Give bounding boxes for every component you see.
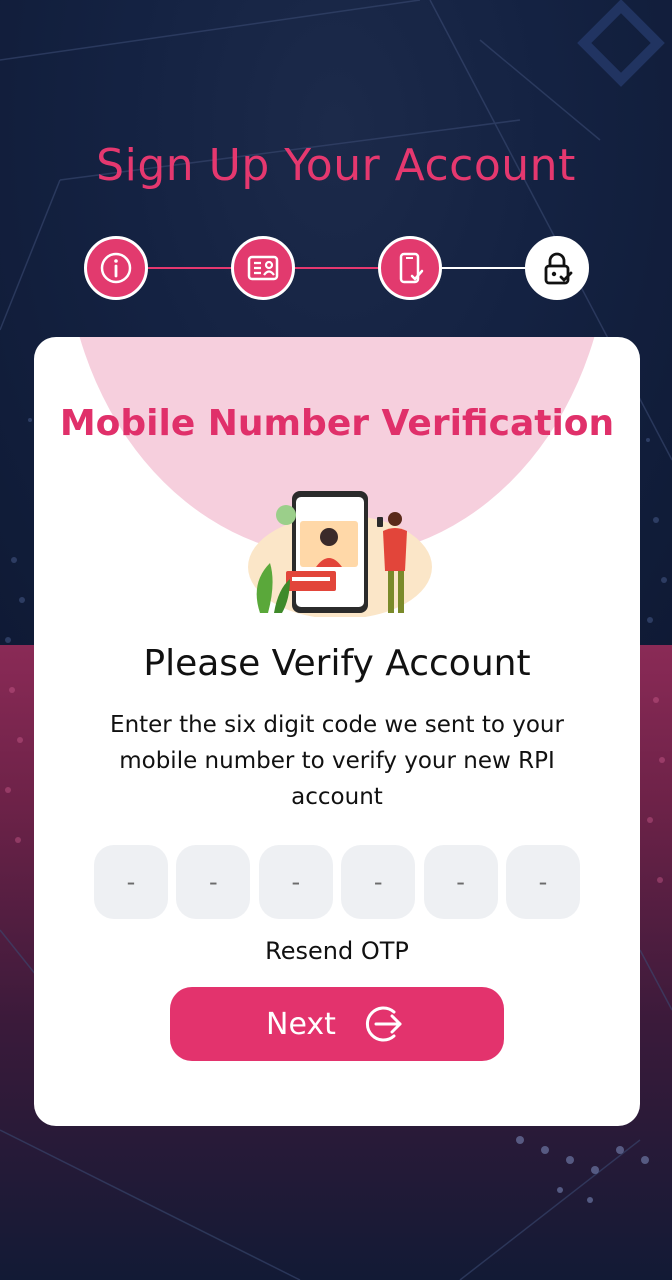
next-button-label: Next — [266, 1006, 336, 1042]
page-title: Sign Up Your Account — [96, 140, 576, 191]
step-info[interactable] — [84, 236, 148, 300]
step-lock-current[interactable] — [525, 236, 589, 300]
otp-digit-5[interactable]: - — [423, 845, 498, 919]
otp-input-group: - - - - - - — [94, 845, 580, 919]
resend-otp-link[interactable]: Resend OTP — [34, 937, 640, 965]
verify-description: Enter the six digit code we sent to your… — [110, 712, 564, 810]
id-card-icon — [247, 255, 279, 281]
verification-card: Mobile Number Verification Please Verify… — [34, 337, 640, 1126]
step-id-card[interactable] — [231, 236, 295, 300]
info-icon — [100, 252, 132, 284]
step-connector — [294, 267, 382, 269]
lock-check-icon — [544, 252, 573, 285]
otp-digit-1[interactable]: - — [94, 845, 168, 919]
step-connector — [148, 267, 236, 269]
step-connector — [440, 267, 528, 269]
otp-digit-6[interactable]: - — [505, 845, 580, 919]
phone-verification-illustration — [248, 491, 432, 617]
next-button[interactable]: Next — [170, 987, 504, 1061]
mobile-check-icon — [399, 252, 424, 284]
card-heading: Mobile Number Verification — [59, 403, 615, 444]
otp-digit-3[interactable]: - — [258, 845, 333, 919]
otp-digit-4[interactable]: - — [341, 845, 416, 919]
otp-digit-2[interactable]: - — [176, 845, 251, 919]
step-mobile[interactable] — [378, 236, 442, 300]
signup-stepper — [0, 236, 672, 300]
arrow-right-circle-icon — [365, 1006, 402, 1042]
verify-account-title: Please Verify Account — [143, 643, 531, 684]
